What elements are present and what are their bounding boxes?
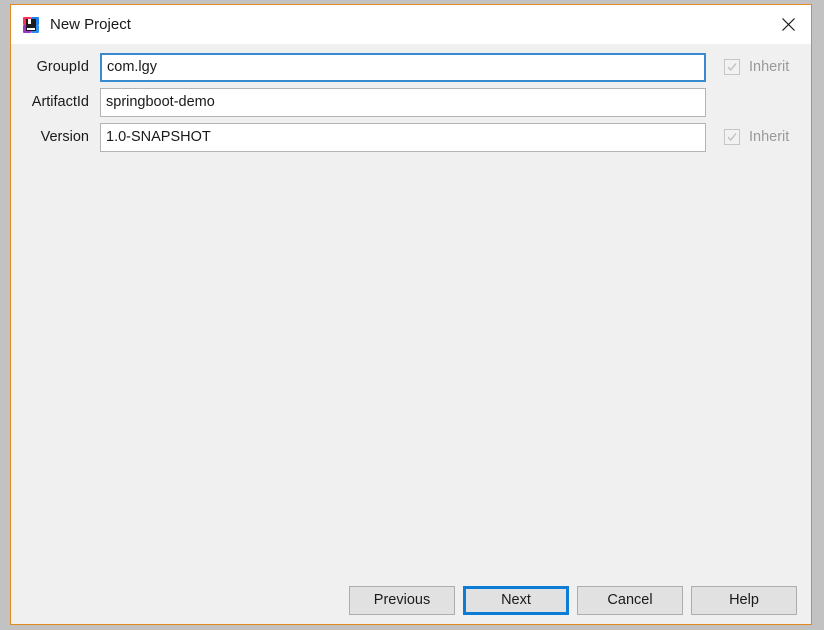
help-button[interactable]: Help xyxy=(691,585,797,615)
groupid-label: GroupId xyxy=(36,59,89,75)
version-label: Version xyxy=(40,129,89,145)
groupid-inherit-group[interactable]: Inherit xyxy=(724,59,789,75)
dialog-title: New Project xyxy=(50,16,131,33)
intellij-idea-icon xyxy=(23,16,39,33)
new-project-dialog: New Project GroupId Inherit ArtifactId xyxy=(10,4,812,625)
form-row-artifactid: ArtifactId xyxy=(11,87,811,117)
checkmark-icon xyxy=(727,133,737,142)
version-inherit-group[interactable]: Inherit xyxy=(724,129,789,145)
groupid-inherit-checkbox[interactable] xyxy=(724,59,740,75)
groupid-inherit-label: Inherit xyxy=(749,59,790,75)
artifactid-input[interactable] xyxy=(100,87,706,117)
artifactid-label: ArtifactId xyxy=(31,94,89,110)
dialog-title-bar: New Project xyxy=(11,5,811,44)
form-row-groupid: GroupId Inherit xyxy=(11,52,811,82)
next-button[interactable]: Next xyxy=(463,585,569,615)
version-inherit-label: Inherit xyxy=(749,129,790,145)
form-row-version: Version Inherit xyxy=(11,122,811,152)
dialog-button-bar: Previous Next Cancel Help xyxy=(11,585,811,615)
dialog-content: GroupId Inherit ArtifactId Version xyxy=(11,44,811,624)
close-icon xyxy=(781,18,795,31)
checkmark-icon xyxy=(727,63,737,72)
groupid-input[interactable] xyxy=(100,52,706,82)
cancel-button[interactable]: Cancel xyxy=(577,585,683,615)
version-input[interactable] xyxy=(100,122,706,152)
previous-button[interactable]: Previous xyxy=(349,585,455,615)
close-button[interactable] xyxy=(765,5,811,44)
version-inherit-checkbox[interactable] xyxy=(724,129,740,145)
